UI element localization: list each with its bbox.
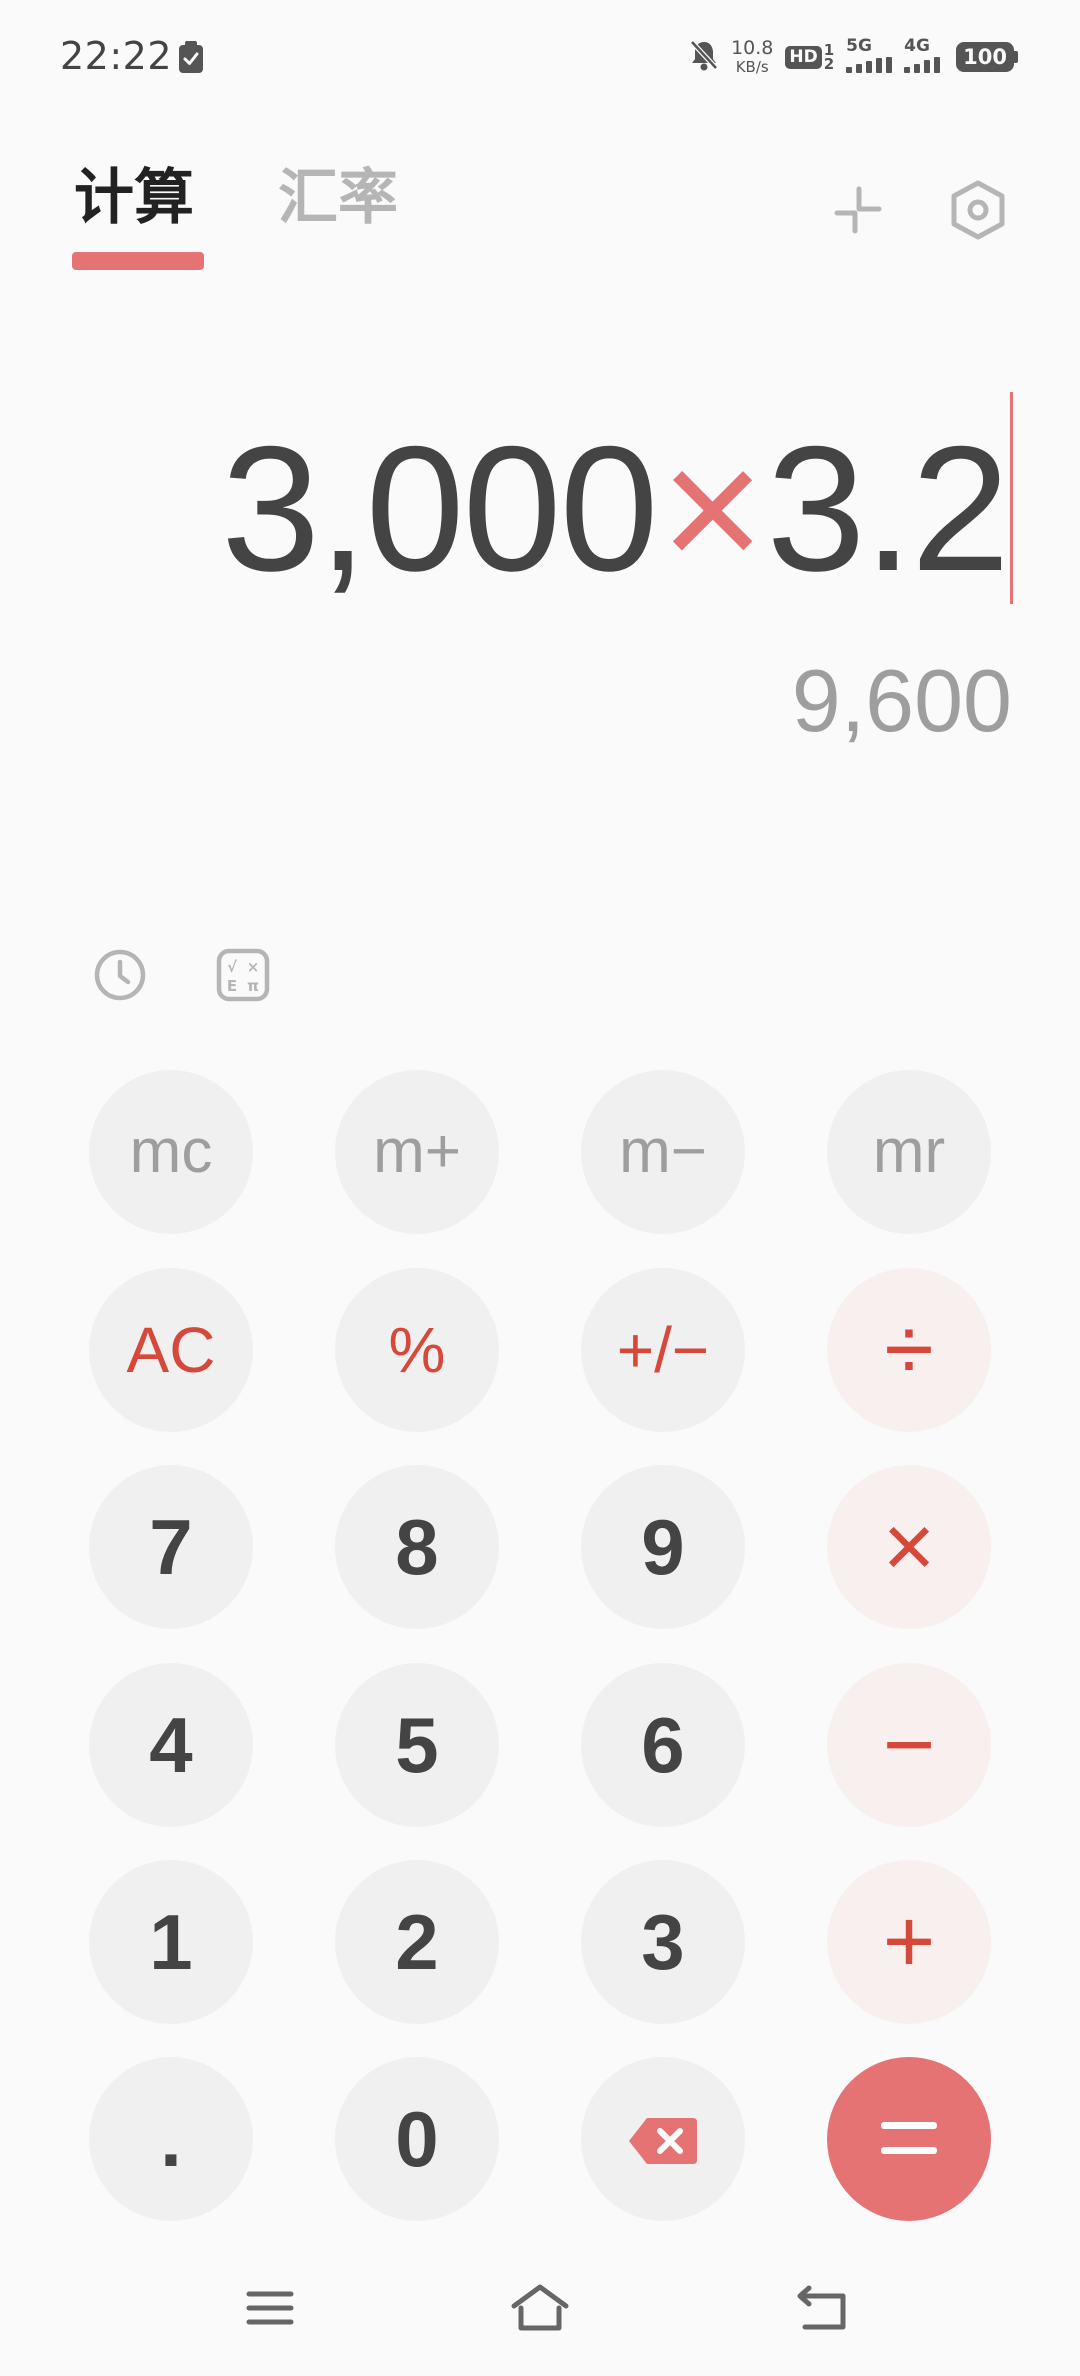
subtract-button[interactable]: − [827, 1663, 991, 1827]
back-icon [795, 2285, 849, 2335]
decimal-point-button[interactable]: . [89, 2057, 253, 2221]
key-label: + [882, 1892, 936, 1992]
scientific-icon: √ × E π [216, 948, 270, 1006]
hd-label: HD [785, 45, 822, 69]
divide-button[interactable]: ÷ [827, 1268, 991, 1432]
digit-0-button[interactable]: 0 [335, 2057, 499, 2221]
key-label: AC [126, 1314, 216, 1386]
backspace-icon [627, 2100, 699, 2178]
expression-operand-right: 3.2 [766, 408, 1010, 608]
shrink-button[interactable] [826, 180, 890, 244]
expression-display[interactable]: 3,000 × 3.2 [221, 408, 1010, 608]
all-clear-button[interactable]: AC [89, 1268, 253, 1432]
nav-menu-button[interactable] [234, 2280, 306, 2340]
key-label: 4 [149, 1701, 193, 1789]
memory-clear-button[interactable]: mc [89, 1070, 253, 1234]
key-label: 1 [149, 1898, 193, 1986]
signal-5g-label: 5G [846, 35, 872, 56]
expression-operand-left: 3,000 [221, 408, 658, 608]
status-indicators: 10.8 KB/s HD 1 2 5G 4G 100 [689, 36, 1018, 78]
history-icon [93, 948, 147, 1006]
memory-recall-button[interactable]: mr [827, 1070, 991, 1234]
signal-4g-label: 4G [904, 35, 930, 56]
svg-text:E: E [227, 977, 237, 995]
digit-6-button[interactable]: 6 [581, 1663, 745, 1827]
svg-text:×: × [247, 958, 260, 976]
percent-button[interactable]: % [335, 1268, 499, 1432]
home-icon [511, 2284, 569, 2336]
scientific-mode-button[interactable]: √ × E π [211, 945, 275, 1009]
memory-add-button[interactable]: m+ [335, 1070, 499, 1234]
signal-4g: 4G [904, 35, 944, 77]
key-label: 7 [149, 1503, 193, 1591]
mute-bell-icon [689, 39, 719, 75]
expression-operator: × [660, 408, 765, 608]
digit-3-button[interactable]: 3 [581, 1860, 745, 2024]
signal-5g: 5G [846, 35, 893, 77]
key-label: 6 [641, 1701, 685, 1789]
key-label: % [388, 1314, 446, 1386]
key-label: 8 [395, 1503, 439, 1591]
status-bar: 22:22 10.8 KB/s HD 1 2 5G 4G 100 [0, 0, 1080, 116]
key-label: 5 [395, 1701, 439, 1789]
digit-1-button[interactable]: 1 [89, 1860, 253, 2024]
text-cursor [1010, 392, 1013, 604]
digit-7-button[interactable]: 7 [89, 1465, 253, 1629]
network-speed-value: 10.8 [731, 37, 774, 59]
svg-text:π: π [247, 977, 259, 995]
volte-hd-badge: HD 1 2 [785, 42, 835, 73]
network-speed: 10.8 KB/s [731, 39, 773, 75]
menu-icon [246, 2288, 294, 2332]
battery-level: 100 [956, 41, 1014, 73]
signal-icon [846, 56, 893, 77]
clipboard-check-icon [178, 40, 204, 74]
add-button[interactable]: + [827, 1860, 991, 2024]
tab-calculate[interactable]: 计算 [74, 168, 194, 228]
key-label: m+ [373, 1117, 461, 1186]
digit-9-button[interactable]: 9 [581, 1465, 745, 1629]
key-label: mc [129, 1117, 213, 1186]
key-label: . [160, 2095, 182, 2183]
status-time: 22:22 [60, 34, 173, 78]
shrink-icon [833, 185, 883, 239]
backspace-button[interactable] [581, 2057, 745, 2221]
signal-icon [904, 56, 944, 77]
nav-back-button[interactable] [786, 2280, 858, 2340]
settings-button[interactable] [946, 180, 1010, 244]
tab-exchange-rate[interactable]: 汇率 [278, 168, 398, 228]
digit-4-button[interactable]: 4 [89, 1663, 253, 1827]
history-button[interactable] [88, 945, 152, 1009]
key-label: 0 [395, 2095, 439, 2183]
plus-minus-button[interactable]: +/− [581, 1268, 745, 1432]
settings-icon [950, 180, 1006, 244]
key-label: mr [872, 1117, 946, 1186]
key-label: ÷ [884, 1300, 934, 1400]
result-preview: 9,600 [791, 651, 1012, 750]
battery-icon: 100 [956, 41, 1018, 73]
key-label: +/− [616, 1314, 710, 1386]
network-speed-unit: KB/s [735, 58, 769, 76]
key-label: × [882, 1497, 936, 1597]
active-tab-indicator [72, 252, 204, 270]
equals-button[interactable] [827, 2057, 991, 2221]
digit-8-button[interactable]: 8 [335, 1465, 499, 1629]
multiply-button[interactable]: × [827, 1465, 991, 1629]
equals-icon [879, 2118, 939, 2161]
svg-text:√: √ [227, 958, 238, 976]
key-label: 3 [641, 1898, 685, 1986]
key-label: − [882, 1695, 936, 1795]
digit-2-button[interactable]: 2 [335, 1860, 499, 2024]
key-label: 2 [395, 1898, 439, 1986]
key-label: m− [619, 1117, 707, 1186]
memory-subtract-button[interactable]: m− [581, 1070, 745, 1234]
key-label: 9 [641, 1503, 685, 1591]
digit-5-button[interactable]: 5 [335, 1663, 499, 1827]
hd-sim-bottom: 2 [823, 55, 835, 73]
nav-home-button[interactable] [504, 2280, 576, 2340]
